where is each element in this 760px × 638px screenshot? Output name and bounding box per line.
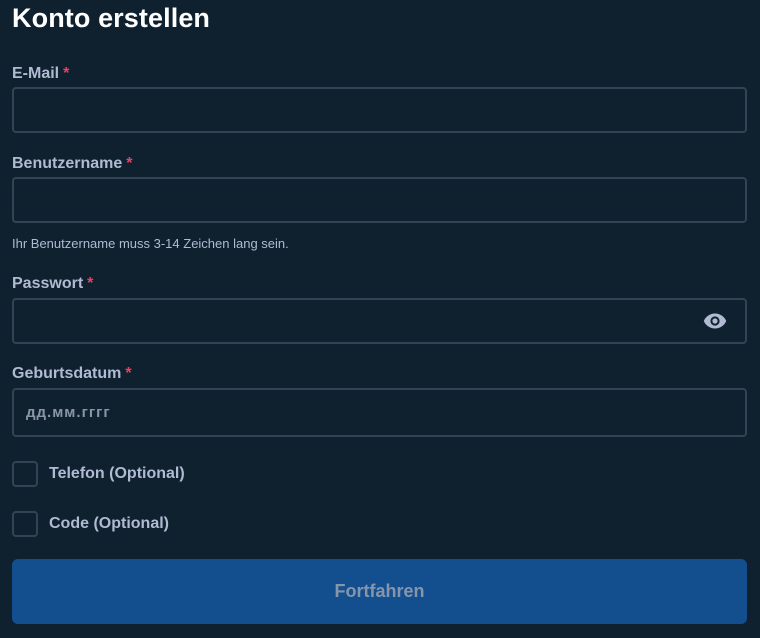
- username-label: Benutzername *: [12, 155, 132, 173]
- username-field[interactable]: [14, 179, 745, 221]
- email-label: E-Mail *: [12, 65, 69, 83]
- password-label-text: Passwort: [12, 275, 84, 292]
- birthdate-label: Geburtsdatum *: [12, 365, 132, 383]
- required-marker: *: [63, 65, 70, 82]
- password-field[interactable]: [14, 300, 745, 342]
- email-field-wrapper: [12, 87, 747, 133]
- code-option-checkbox[interactable]: [12, 511, 38, 537]
- required-marker: *: [126, 155, 133, 172]
- birthdate-label-text: Geburtsdatum: [12, 365, 122, 382]
- username-field-wrapper: [12, 177, 747, 223]
- phone-option-checkbox[interactable]: [12, 461, 38, 487]
- email-label-text: E-Mail: [12, 65, 60, 82]
- username-label-text: Benutzername: [12, 155, 123, 172]
- eye-icon[interactable]: [703, 312, 727, 330]
- birthdate-field[interactable]: [14, 390, 745, 435]
- page-title: Konto erstellen: [12, 3, 211, 33]
- code-option-label[interactable]: Code (Optional): [49, 515, 169, 533]
- required-marker: *: [125, 365, 132, 382]
- email-field[interactable]: [14, 89, 745, 131]
- continue-button[interactable]: Fortfahren: [12, 559, 747, 624]
- phone-option-label[interactable]: Telefon (Optional): [49, 465, 185, 483]
- password-field-wrapper: [12, 298, 747, 344]
- birthdate-field-wrapper: [12, 388, 747, 437]
- code-option-row: Code (Optional): [12, 511, 169, 537]
- required-marker: *: [87, 275, 94, 292]
- password-label: Passwort *: [12, 275, 93, 293]
- phone-option-row: Telefon (Optional): [12, 461, 185, 487]
- username-hint: Ihr Benutzername muss 3-14 Zeichen lang …: [12, 236, 289, 251]
